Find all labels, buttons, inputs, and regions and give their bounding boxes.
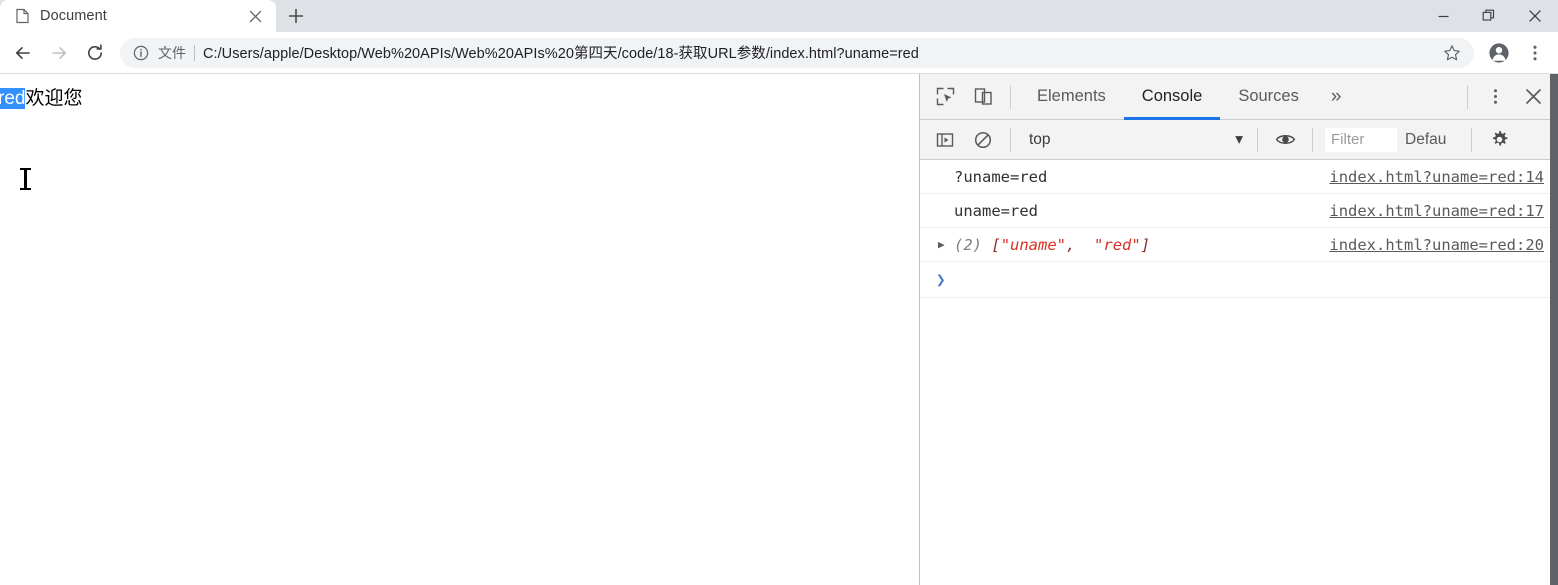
profile-avatar-button[interactable] [1482,36,1516,70]
tabbar-divider-right [1467,84,1468,109]
console-array-value: (2) ["uname", "red"] [954,236,1150,254]
inspect-element-button[interactable] [926,78,964,116]
console-toolbar: top ▾ Filter Defau [920,120,1558,160]
array-item-0: "uname" [1000,235,1067,254]
close-icon [1525,89,1541,104]
minimize-button[interactable] [1420,0,1466,32]
console-context-label: top [1029,130,1051,148]
tab-sources[interactable]: Sources [1220,74,1317,120]
tab-close-icon[interactable] [244,5,266,27]
devtools-panel: Elements Console Sources » top ▾ Filter … [920,74,1558,585]
toggle-device-toolbar-button[interactable] [964,78,1002,116]
close-icon [1529,10,1541,22]
device-toolbar-icon [974,88,992,105]
devtools-tabbar-actions [1459,78,1558,116]
browser-tab-document[interactable]: Document [0,0,276,32]
console-source-link[interactable]: index.html?uname=red:20 [1329,236,1544,254]
address-bar[interactable]: 文件 C:/Users/apple/Desktop/Web%20APIs/Web… [120,37,1474,68]
forward-button[interactable] [42,36,76,70]
console-toolbar-divider-2 [1257,127,1258,152]
window-edge-top [1550,0,1558,32]
console-row[interactable]: uname=red index.html?uname=red:17 [920,194,1558,228]
console-levels-dropdown[interactable]: Defau [1405,131,1463,149]
array-open-bracket: [ [991,235,1001,254]
minimize-icon [1438,15,1448,17]
console-filter-input[interactable]: Filter [1325,127,1397,152]
console-sidebar-button[interactable] [926,121,964,159]
console-settings-button[interactable] [1480,121,1518,159]
three-dot-menu-icon [1493,89,1497,104]
arrow-left-icon [16,46,30,59]
tabbar-divider [1010,84,1011,109]
console-input-prompt[interactable]: ❯ [920,262,1558,298]
more-tabs-button[interactable]: » [1317,74,1356,120]
three-dot-menu-icon [1533,45,1537,60]
reload-icon [88,43,102,60]
console-source-link[interactable]: index.html?uname=red:17 [1329,202,1544,220]
restore-button[interactable] [1466,0,1512,32]
prompt-chevron-icon: ❯ [936,270,946,289]
selected-username-text: red [0,88,26,109]
plus-icon [288,8,304,24]
clear-console-button[interactable] [964,121,1002,159]
tab-elements-label: Elements [1037,87,1106,105]
omnibox-divider [194,44,195,61]
url-text[interactable]: C:/Users/apple/Desktop/Web%20APIs/Web%20… [203,42,1430,63]
tab-console-label: Console [1141,87,1203,105]
url-scheme-label: 文件 [158,44,186,61]
console-context-selector[interactable]: top ▾ [1019,127,1249,153]
settings-gear-icon [1492,131,1507,146]
chevron-down-icon: ▾ [1235,131,1243,148]
tab-console[interactable]: Console [1123,74,1221,120]
console-source-link[interactable]: index.html?uname=red:14 [1329,168,1544,186]
content-area: red欢迎您 Elements Console Sources » top ▾ … [0,74,1558,585]
web-page-viewport[interactable]: red欢迎您 [0,74,920,585]
array-item-1: "red" [1094,235,1141,254]
console-message-text: uname=red [954,201,1038,220]
console-toolbar-divider-4 [1471,127,1472,152]
console-row[interactable]: ▶ (2) ["uname", "red"] index.html?uname=… [920,228,1558,262]
array-close-bracket: ] [1140,235,1151,254]
browser-menu-button[interactable] [1518,36,1552,70]
expand-triangle-icon[interactable]: ▶ [938,238,952,251]
inspect-element-icon [936,87,954,106]
avatar-icon [1489,42,1509,63]
devtools-tabbar: Elements Console Sources » [920,74,1558,120]
window-right-edge [1550,74,1558,585]
back-button[interactable] [6,36,40,70]
eye-icon [1275,135,1295,144]
console-sidebar-icon [936,132,954,147]
restore-icon [1482,9,1495,21]
reload-button[interactable] [78,36,112,70]
greeting-suffix-text: 欢迎您 [25,88,83,109]
browser-toolbar: 文件 C:/Users/apple/Desktop/Web%20APIs/Web… [0,32,1558,74]
page-info-icon[interactable] [132,44,150,62]
devtools-close-button[interactable] [1514,78,1552,116]
console-message-text: ?uname=red [954,167,1048,186]
clear-console-icon [974,131,992,148]
browser-window: Document 文件 C:/Users/apple/Desktop/Web%2… [0,0,1558,585]
page-greeting-text: red欢迎您 [0,83,82,110]
new-tab-button[interactable] [276,0,316,32]
tab-title: Document [40,8,107,24]
tab-sources-label: Sources [1238,87,1299,105]
page-document-icon [14,8,30,24]
console-toolbar-divider-3 [1312,127,1313,152]
console-row[interactable]: ?uname=red index.html?uname=red:14 [920,160,1558,194]
devtools-menu-button[interactable] [1476,78,1514,116]
arrow-right-icon [52,46,66,59]
tab-elements[interactable]: Elements [1019,74,1124,120]
array-comma: , [1066,235,1085,254]
console-message-list[interactable]: ?uname=red index.html?uname=red:14 uname… [920,160,1558,585]
tab-strip: Document [0,0,1558,32]
console-toolbar-divider-1 [1010,127,1011,152]
bookmark-star-icon[interactable] [1438,39,1466,67]
text-cursor-icon [20,168,31,190]
array-length-label: (2) [954,235,982,254]
live-expression-button[interactable] [1266,121,1304,159]
window-controls [1420,0,1558,32]
